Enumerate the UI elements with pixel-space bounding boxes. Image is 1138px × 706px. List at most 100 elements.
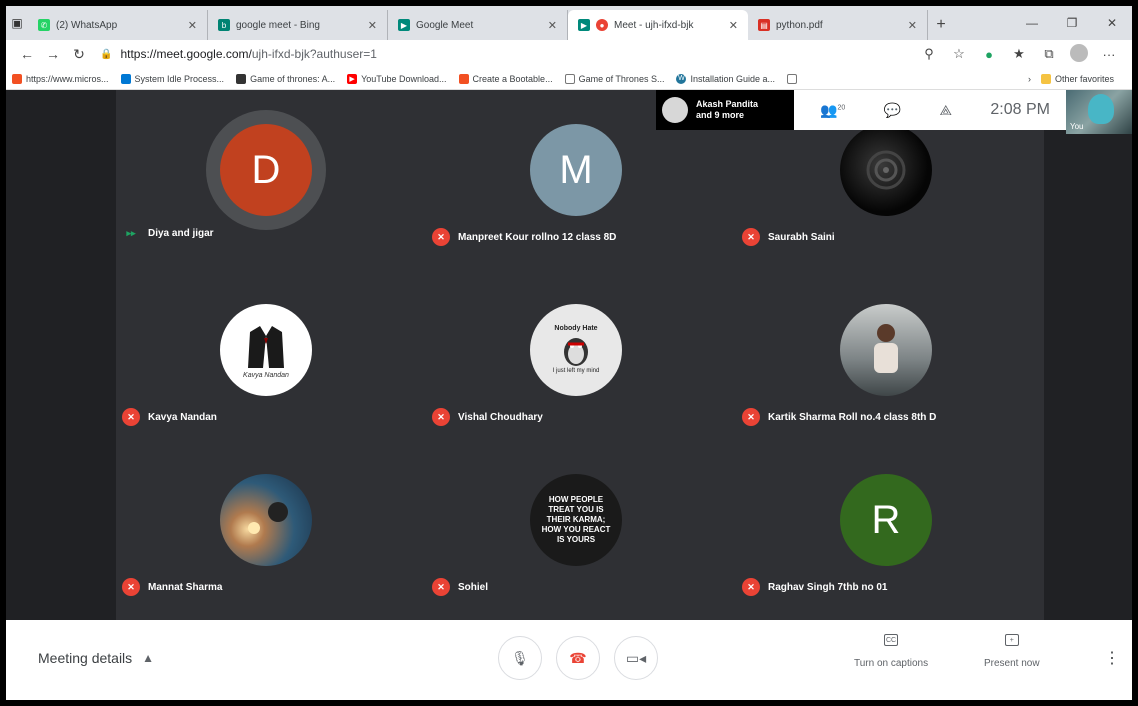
self-label: You bbox=[1070, 122, 1084, 131]
avatar bbox=[662, 97, 688, 123]
profile-avatar[interactable] bbox=[1064, 43, 1094, 65]
avatar-caption: Nobody Hate bbox=[554, 325, 598, 332]
bookmark-item[interactable]: ▶ YouTube Download... bbox=[347, 73, 447, 84]
present-label: Present now bbox=[984, 658, 1040, 669]
mic-off-icon: ✕ bbox=[122, 578, 140, 596]
presenter-more: and 9 more bbox=[696, 110, 745, 120]
tab-meet-call[interactable]: ▶ ● Meet - ujh-ifxd-bjk ✕ bbox=[568, 10, 748, 40]
more-menu-icon[interactable]: ··· bbox=[1094, 47, 1124, 62]
forward-icon[interactable]: → bbox=[40, 46, 66, 62]
avatar: Nobody Hate I just left my mind bbox=[530, 304, 622, 396]
wordpress-icon: W bbox=[676, 73, 687, 84]
camera-permission-icon[interactable]: ⚲ bbox=[914, 46, 944, 62]
more-options-icon[interactable]: ⋮ bbox=[1104, 648, 1120, 668]
present-now-button[interactable]: + Present now bbox=[984, 634, 1040, 669]
people-button[interactable]: 👥20 bbox=[820, 102, 845, 119]
tab-bing[interactable]: b google meet - Bing ✕ bbox=[208, 10, 388, 40]
close-icon[interactable]: ✕ bbox=[729, 19, 738, 32]
bookmark-item[interactable]: W Installation Guide a... bbox=[676, 73, 775, 84]
tab-title: (2) WhatsApp bbox=[56, 19, 118, 31]
participant-name: Mannat Sharma bbox=[148, 581, 223, 593]
favorites-icon[interactable]: ★ bbox=[1004, 46, 1034, 62]
bookmark-item[interactable]: Game of Thrones S... bbox=[564, 73, 664, 84]
youtube-icon: ▶ bbox=[347, 73, 358, 84]
tab-python-pdf[interactable]: ▤ python.pdf ✕ bbox=[748, 10, 928, 40]
tab-title: Meet - ujh-ifxd-bjk bbox=[614, 19, 694, 31]
avatar bbox=[220, 474, 312, 566]
back-icon[interactable]: ← bbox=[14, 46, 40, 62]
meeting-details-label: Meeting details bbox=[38, 650, 133, 666]
participant-name: Diya and jigar bbox=[148, 228, 214, 239]
avatar: D bbox=[220, 124, 312, 216]
meeting-info-bar: Akash Pandita and 9 more 👥20 💬 ⟁ 2:08 PM bbox=[656, 90, 1066, 130]
address-bar[interactable]: 🔒 https://meet.google.com/ujh-ifxd-bjk?a… bbox=[92, 43, 914, 65]
microphone-button[interactable]: 🎙 bbox=[498, 636, 542, 680]
close-icon[interactable]: ✕ bbox=[188, 19, 197, 32]
recording-icon: ● bbox=[596, 19, 608, 31]
close-icon[interactable]: ✕ bbox=[908, 19, 917, 32]
close-window-icon[interactable]: ✕ bbox=[1092, 16, 1132, 30]
mic-off-icon: ✕ bbox=[742, 578, 760, 596]
self-view[interactable]: You bbox=[1066, 90, 1132, 134]
activities-icon[interactable]: ⟁ bbox=[939, 102, 952, 119]
windows-icon bbox=[12, 73, 22, 84]
add-favorite-icon[interactable]: ☆ bbox=[944, 46, 974, 62]
avatar: HOW PEOPLE TREAT YOU IS THEIR KARMA; HOW… bbox=[530, 474, 622, 566]
participant-tile[interactable]: Nobody Hate I just left my mind ✕ Vishal … bbox=[426, 270, 726, 440]
whatsapp-icon: ✆ bbox=[38, 19, 50, 31]
url-path: ujh-ifxd-bjk?authuser=1 bbox=[251, 47, 377, 61]
participant-tile[interactable]: Kavya Nandan ✕ Kavya Nandan bbox=[116, 270, 416, 440]
mic-off-icon: ✕ bbox=[122, 408, 140, 426]
refresh-icon[interactable]: ↻ bbox=[66, 46, 92, 63]
bookmark-item[interactable]: https://www.micros... bbox=[12, 73, 109, 84]
tab-actions-icon[interactable]: ▣ bbox=[6, 6, 28, 40]
browser-window: ▣ ✆ (2) WhatsApp ✕ b google meet - Bing … bbox=[6, 6, 1132, 700]
restore-icon[interactable]: ❐ bbox=[1052, 16, 1092, 30]
camera-button[interactable]: ▭◂ bbox=[614, 636, 658, 680]
participant-name: Vishal Choudhary bbox=[458, 411, 543, 423]
participant-name: Saurabh Saini bbox=[768, 231, 835, 243]
leave-call-button[interactable]: ☎ bbox=[556, 636, 600, 680]
presenter-name: Akash Pandita bbox=[696, 99, 759, 109]
quote-text: HOW PEOPLE TREAT YOU IS THEIR KARMA; HOW… bbox=[541, 495, 611, 544]
participant-tile[interactable]: ✕ Mannat Sharma bbox=[116, 440, 416, 610]
close-icon[interactable]: ✕ bbox=[548, 19, 557, 32]
collections-icon[interactable]: ⧉ bbox=[1034, 46, 1064, 62]
tab-google-meet[interactable]: ▶ Google Meet ✕ bbox=[388, 10, 568, 40]
address-row: ← → ↻ 🔒 https://meet.google.com/ujh-ifxd… bbox=[6, 40, 1132, 68]
participant-name: Raghav Singh 7thb no 01 bbox=[768, 581, 888, 593]
bookmark-item[interactable]: Game of thrones: A... bbox=[236, 73, 335, 84]
participant-tile[interactable]: D ▸▸ Diya and jigar bbox=[116, 90, 416, 260]
microphone-icon: 🎙 bbox=[511, 649, 529, 666]
lock-icon: 🔒 bbox=[100, 48, 113, 60]
extension-icon[interactable]: ● bbox=[974, 47, 1004, 62]
chat-icon[interactable]: 💬 bbox=[884, 102, 901, 119]
page-icon bbox=[564, 73, 575, 84]
participant-name: Manpreet Kour rollno 12 class 8D bbox=[458, 231, 617, 243]
participant-tile[interactable]: HOW PEOPLE TREAT YOU IS THEIR KARMA; HOW… bbox=[426, 440, 726, 610]
meeting-details-button[interactable]: Meeting details ▲ bbox=[38, 650, 154, 666]
bookmark-item[interactable]: System Idle Process... bbox=[120, 73, 224, 84]
speaking-icon: ▸▸ bbox=[126, 228, 136, 238]
minimize-icon[interactable]: — bbox=[1012, 16, 1052, 30]
new-tab-button[interactable]: + bbox=[928, 10, 954, 40]
boy-photo bbox=[874, 324, 898, 373]
tab-title: python.pdf bbox=[776, 19, 823, 31]
participant-name: Kavya Nandan bbox=[148, 411, 217, 423]
present-icon: + bbox=[1004, 634, 1019, 646]
participant-tile[interactable]: R ✕ Raghav Singh 7thb no 01 bbox=[736, 440, 1036, 610]
avatar: Kavya Nandan bbox=[220, 304, 312, 396]
tab-whatsapp[interactable]: ✆ (2) WhatsApp ✕ bbox=[28, 10, 208, 40]
close-icon[interactable]: ✕ bbox=[368, 19, 377, 32]
bookmark-item[interactable] bbox=[787, 73, 801, 84]
presenter-indicator[interactable]: Akash Pandita and 9 more bbox=[656, 90, 794, 130]
captions-button[interactable]: CC Turn on captions bbox=[854, 634, 928, 669]
window-controls: — ❐ ✕ bbox=[1012, 6, 1132, 40]
mic-off-icon: ✕ bbox=[432, 228, 450, 246]
chevron-right-icon[interactable]: › bbox=[1028, 74, 1031, 84]
logo-text: Kavya Nandan bbox=[243, 371, 289, 379]
participant-count: 20 bbox=[837, 103, 846, 111]
participant-tile[interactable]: ✕ Kartik Sharma Roll no.4 class 8th D bbox=[736, 270, 1036, 440]
other-favorites[interactable]: Other favorites bbox=[1040, 73, 1114, 84]
bookmark-item[interactable]: Create a Bootable... bbox=[458, 73, 553, 84]
